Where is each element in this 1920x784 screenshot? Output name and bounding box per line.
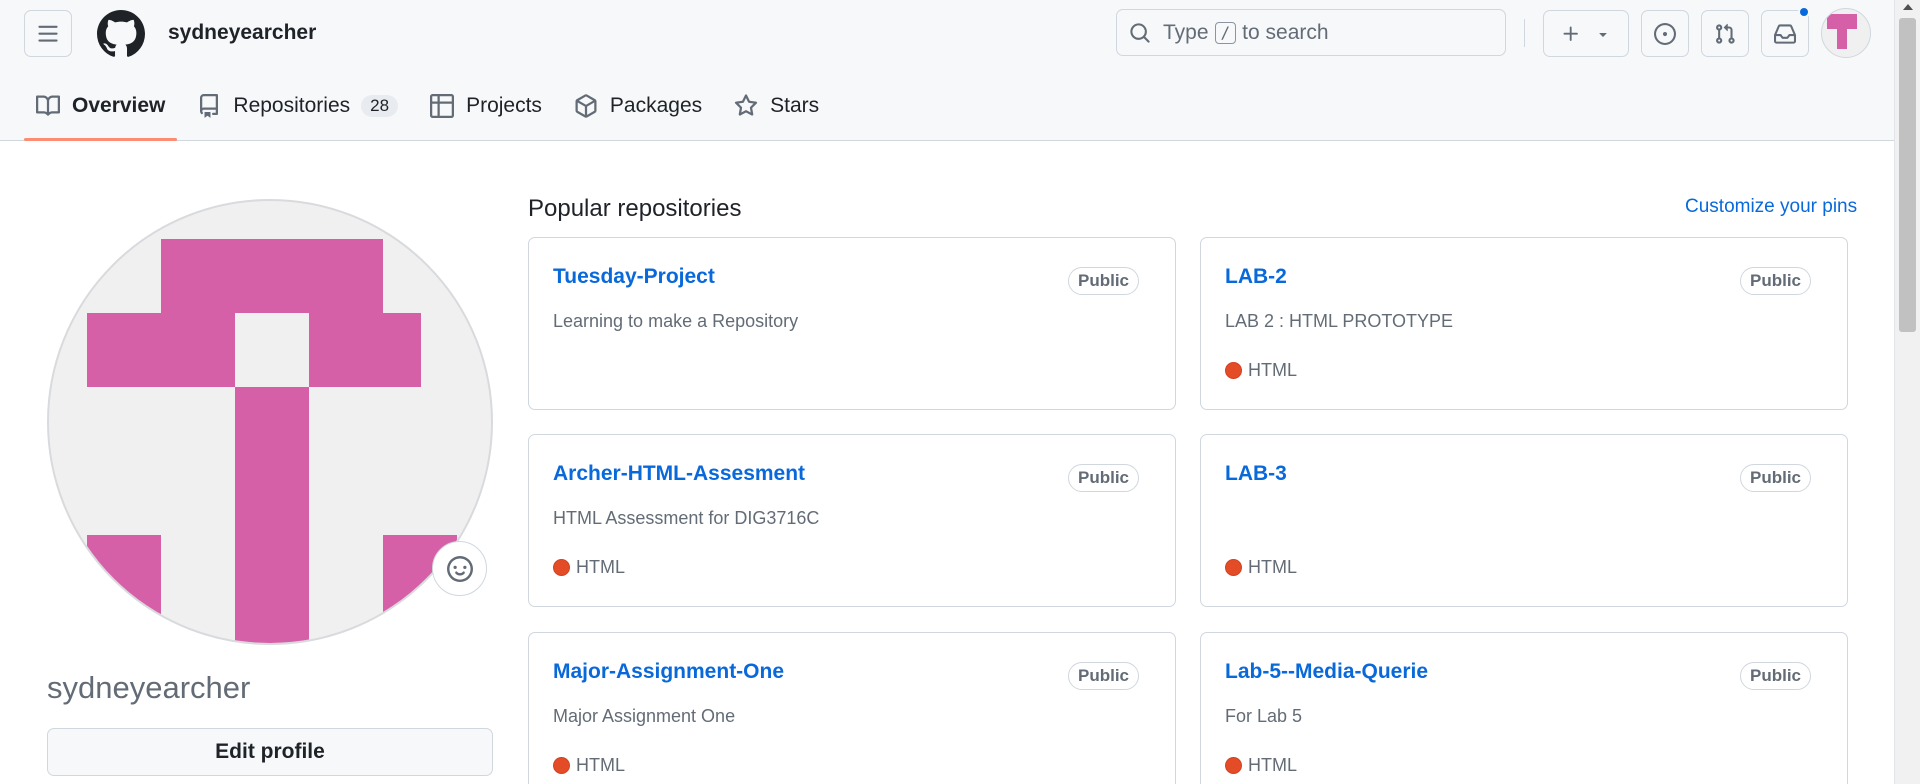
repo-card: Archer-HTML-Assesment Public HTML Assess…: [528, 434, 1176, 607]
triangle-down-icon: [1599, 32, 1607, 37]
tab-packages-label: Packages: [609, 94, 703, 117]
repo-description: Major Assignment One: [553, 706, 736, 726]
search-shortcut-key: /: [1214, 21, 1237, 44]
language-label: HTML: [1248, 360, 1297, 380]
set-status-button[interactable]: [432, 541, 487, 596]
repo-card: Major-Assignment-One Public Major Assign…: [528, 632, 1176, 784]
repo-link[interactable]: Lab-5--Media-Querie: [1225, 660, 1428, 684]
user-avatar-small[interactable]: [1821, 8, 1871, 58]
popular-repositories-heading: Popular repositories: [528, 195, 742, 222]
open-menu-button[interactable]: [24, 10, 72, 57]
star-icon: [735, 94, 758, 116]
github-logo-icon[interactable]: [97, 10, 145, 58]
repo-language: HTML: [1225, 360, 1297, 381]
customize-pins-link[interactable]: Customize your pins: [1685, 196, 1857, 218]
issues-button[interactable]: [1641, 10, 1689, 57]
language-label: HTML: [1248, 755, 1297, 775]
search-icon: [1130, 22, 1150, 43]
visibility-badge: Public: [1739, 464, 1811, 492]
scrollbar-thumb[interactable]: [1899, 18, 1916, 332]
repo-language: HTML: [553, 755, 625, 776]
visibility-badge: Public: [1739, 662, 1811, 690]
search-input[interactable]: Type / to search: [1116, 9, 1506, 56]
visibility-badge: Public: [1067, 662, 1139, 690]
repo-link[interactable]: LAB-3: [1225, 462, 1287, 486]
visibility-badge: Public: [1067, 267, 1139, 295]
tab-stars-label: Stars: [770, 94, 820, 117]
profile-tabs: Overview Repositories 28 Projects Packag…: [24, 84, 839, 141]
repo-card: Lab-5--Media-Querie Public For Lab 5 HTM…: [1200, 632, 1848, 784]
repo-language: HTML: [553, 557, 625, 578]
smiley-icon: [446, 555, 473, 582]
repo-description: Learning to make a Repository: [553, 311, 799, 331]
visibility-badge: Public: [1739, 267, 1811, 295]
repo-description: For Lab 5: [1225, 706, 1303, 726]
pull-requests-button[interactable]: [1701, 10, 1749, 57]
tab-projects-label: Projects: [466, 94, 542, 117]
identicon-avatar-icon: [1827, 14, 1857, 49]
repo-language: HTML: [1225, 755, 1297, 776]
plus-icon: [1563, 26, 1578, 41]
package-icon: [575, 94, 597, 118]
repo-link[interactable]: Major-Assignment-One: [553, 660, 784, 684]
git-pull-request-icon: [1716, 23, 1735, 44]
repo-card: Tuesday-Project Public Learning to make …: [528, 237, 1176, 410]
repo-link[interactable]: Archer-HTML-Assesment: [553, 462, 805, 486]
tab-packages[interactable]: Packages: [562, 84, 714, 128]
header-username[interactable]: sydneyearcher: [168, 21, 316, 45]
book-icon: [36, 95, 60, 116]
tab-projects[interactable]: Projects: [418, 84, 554, 128]
tab-stars[interactable]: Stars: [722, 84, 831, 128]
repo-description: HTML Assessment for DIG3716C: [553, 508, 820, 528]
language-color-dot: [553, 559, 570, 576]
tab-repositories-label: Repositories: [233, 94, 351, 117]
issue-opened-icon: [1654, 22, 1676, 45]
repo-language: HTML: [1225, 557, 1297, 578]
language-label: HTML: [576, 755, 625, 775]
repo-card: LAB-2 Public LAB 2 : HTML PROTOTYPE HTML: [1200, 237, 1848, 410]
repo-card: LAB-3 Public HTML: [1200, 434, 1848, 607]
edit-profile-button[interactable]: Edit profile: [47, 728, 493, 776]
tab-overview-label: Overview: [72, 94, 166, 117]
search-placeholder-suffix: to search: [1242, 20, 1329, 44]
repositories-count-badge: 28: [361, 95, 399, 117]
language-color-dot: [1225, 362, 1242, 379]
repo-link[interactable]: Tuesday-Project: [553, 265, 715, 289]
hamburger-icon: [38, 25, 58, 42]
visibility-badge: Public: [1067, 464, 1139, 492]
language-label: HTML: [576, 557, 625, 577]
repo-icon: [200, 94, 219, 118]
header-divider: [1524, 19, 1525, 47]
tab-repositories[interactable]: Repositories 28: [185, 84, 410, 128]
repo-description: LAB 2 : HTML PROTOTYPE: [1225, 311, 1454, 331]
search-placeholder-prefix: Type: [1163, 20, 1209, 44]
tab-overview[interactable]: Overview: [24, 84, 178, 141]
identicon-avatar-large-icon: [87, 239, 457, 643]
scroll-up-arrow-icon[interactable]: [1903, 4, 1913, 10]
language-label: HTML: [1248, 557, 1297, 577]
profile-avatar[interactable]: [47, 199, 493, 645]
notification-indicator: [1798, 6, 1810, 18]
language-color-dot: [553, 757, 570, 774]
inbox-icon: [1774, 23, 1796, 44]
table-icon: [430, 94, 455, 118]
language-color-dot: [1225, 757, 1242, 774]
profile-username: sydneyearcher: [47, 670, 251, 705]
global-header: sydneyearcher Type / to search Overview …: [0, 0, 1894, 141]
language-color-dot: [1225, 559, 1242, 576]
create-new-button[interactable]: [1543, 10, 1629, 57]
page-scrollbar[interactable]: [1894, 0, 1920, 784]
repo-link[interactable]: LAB-2: [1225, 265, 1287, 289]
